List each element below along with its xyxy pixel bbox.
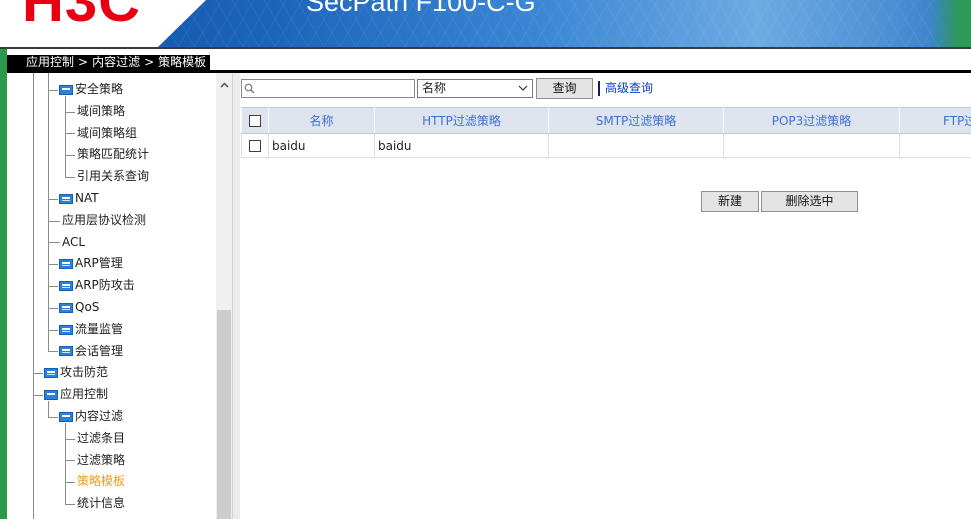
breadcrumb: 应用控制 > 内容过滤 > 策略模板 bbox=[7, 55, 210, 70]
new-button[interactable]: 新建 bbox=[701, 191, 759, 212]
product-title: SecPath F100-C-G bbox=[306, 0, 536, 17]
sidebar-item-label: 过滤策略 bbox=[77, 452, 126, 467]
sidebar-item-label: 策略匹配统计 bbox=[77, 147, 150, 162]
sidebar-item-acl[interactable]: ACL bbox=[7, 232, 216, 254]
chevron-up-icon bbox=[219, 82, 229, 88]
sidebar-item-interzone-policy-group[interactable]: 域间策略组 bbox=[7, 123, 216, 145]
header-divider bbox=[0, 47, 971, 49]
cell-smtp-policy bbox=[548, 133, 724, 158]
search-field[interactable] bbox=[241, 79, 415, 98]
table-header-row: 名称 HTTP过滤策略 SMTP过滤策略 POP3过滤策略 FTP过 bbox=[241, 107, 971, 134]
navigation-tree: 安全策略 域间策略 域间策略组 策略匹配统计 引用关系查询 NAT 应用层协议检… bbox=[7, 79, 216, 515]
sidebar-item-nat[interactable]: NAT bbox=[7, 188, 216, 210]
delete-selected-button[interactable]: 删除选中 bbox=[761, 191, 858, 212]
sidebar-item-label: 域间策略 bbox=[77, 103, 126, 118]
sidebar-item-label: 内容过滤 bbox=[75, 408, 124, 423]
sidebar-item-attack-defense[interactable]: 攻击防范 bbox=[7, 362, 216, 384]
folder-icon bbox=[59, 302, 73, 313]
sidebar-item-qos[interactable]: QoS bbox=[7, 297, 216, 319]
scroll-up-button[interactable] bbox=[216, 77, 232, 93]
folder-icon bbox=[59, 346, 73, 357]
content-panel: 名称 查询 高级查询 名称 HTTP过滤策略 SMTP过滤策略 POP3过滤策略… bbox=[240, 73, 971, 519]
policy-template-table: 名称 HTTP过滤策略 SMTP过滤策略 POP3过滤策略 FTP过 baidu… bbox=[241, 107, 971, 158]
cell-ftp-policy bbox=[899, 133, 971, 158]
breadcrumb-item-policy-template: 策略模板 bbox=[158, 55, 207, 69]
sidebar-item-label: 应用层协议检测 bbox=[62, 212, 147, 227]
row-select-cell bbox=[241, 133, 269, 158]
sidebar-item-label: 流量监管 bbox=[75, 321, 124, 336]
sidebar-item-reference-query[interactable]: 引用关系查询 bbox=[7, 166, 216, 188]
search-icon bbox=[244, 83, 255, 94]
desktop-background-strip bbox=[0, 49, 7, 519]
sidebar-item-traffic-policing[interactable]: 流量监管 bbox=[7, 319, 216, 341]
folder-icon bbox=[59, 281, 73, 292]
sidebar-item-policy-match-stats[interactable]: 策略匹配统计 bbox=[7, 144, 216, 166]
sidebar-item-label: 应用控制 bbox=[60, 387, 109, 402]
row-checkbox[interactable] bbox=[249, 140, 261, 152]
breadcrumb-separator: > bbox=[78, 55, 89, 69]
query-button[interactable]: 查询 bbox=[536, 78, 593, 99]
folder-icon bbox=[59, 193, 73, 204]
folder-open-icon bbox=[59, 84, 73, 95]
column-header-pop3-policy[interactable]: POP3过滤策略 bbox=[723, 107, 900, 134]
column-header-smtp-policy[interactable]: SMTP过滤策略 bbox=[548, 107, 724, 134]
chevron-down-icon bbox=[518, 85, 528, 91]
sidebar-item-interzone-policy[interactable]: 域间策略 bbox=[7, 101, 216, 123]
cell-http-policy: baidu bbox=[374, 133, 549, 158]
sidebar-item-label: 策略模板 bbox=[77, 474, 126, 489]
navigation-tree-panel: 安全策略 域间策略 域间策略组 策略匹配统计 引用关系查询 NAT 应用层协议检… bbox=[7, 73, 232, 519]
breadcrumb-separator: > bbox=[144, 55, 155, 69]
sidebar-item-content-filtering[interactable]: 内容过滤 bbox=[7, 406, 216, 428]
sidebar-item-label: ACL bbox=[62, 234, 86, 249]
advanced-search-divider bbox=[598, 81, 600, 96]
sidebar-item-label: ARP管理 bbox=[75, 256, 123, 271]
search-input[interactable] bbox=[258, 80, 412, 97]
sidebar-item-label: 攻击防范 bbox=[60, 365, 109, 380]
sidebar-item-label: 统计信息 bbox=[77, 496, 126, 511]
sidebar-item-label: NAT bbox=[75, 190, 99, 205]
column-header-http-policy[interactable]: HTTP过滤策略 bbox=[374, 107, 549, 134]
folder-icon bbox=[59, 324, 73, 335]
folder-icon bbox=[59, 259, 73, 270]
sidebar-item-application-control[interactable]: 应用控制 bbox=[7, 384, 216, 406]
sidebar-item-label: 引用关系查询 bbox=[77, 169, 150, 184]
folder-open-icon bbox=[59, 411, 73, 422]
column-header-name[interactable]: 名称 bbox=[268, 107, 375, 134]
sidebar-item-label: 过滤条目 bbox=[77, 430, 126, 445]
desktop-background-corner bbox=[931, 0, 971, 47]
cell-pop3-policy bbox=[723, 133, 900, 158]
table-row[interactable]: baidu baidu bbox=[241, 133, 971, 158]
breadcrumb-item-content-filtering: 内容过滤 bbox=[92, 55, 141, 69]
sidebar-item-label: ARP防攻击 bbox=[75, 278, 135, 293]
sidebar-item-label: 安全策略 bbox=[75, 82, 124, 96]
sidebar-item-security-policy[interactable]: 安全策略 bbox=[7, 79, 216, 101]
search-field-selected-value: 名称 bbox=[422, 81, 447, 95]
h3c-logo: H3C bbox=[22, 0, 142, 34]
sidebar-item-arp-attack-defense[interactable]: ARP防攻击 bbox=[7, 275, 216, 297]
select-all-cell bbox=[241, 107, 269, 134]
cell-name[interactable]: baidu bbox=[268, 133, 375, 158]
sidebar-item-statistics[interactable]: 统计信息 bbox=[7, 493, 216, 515]
folder-open-icon bbox=[44, 390, 58, 401]
folder-icon bbox=[44, 368, 58, 379]
sidebar-item-label: 域间策略组 bbox=[77, 125, 138, 140]
sidebar-scrollbar-thumb[interactable] bbox=[217, 310, 231, 519]
advanced-search-link[interactable]: 高级查询 bbox=[605, 79, 653, 98]
breadcrumb-item-application-control: 应用控制 bbox=[26, 55, 75, 69]
sidebar-item-label: QoS bbox=[75, 299, 100, 314]
column-header-ftp-policy[interactable]: FTP过 bbox=[899, 107, 971, 134]
sidebar-item-arp-management[interactable]: ARP管理 bbox=[7, 253, 216, 275]
sidebar-item-session-management[interactable]: 会话管理 bbox=[7, 341, 216, 363]
sidebar-item-filter-entries[interactable]: 过滤条目 bbox=[7, 428, 216, 450]
search-field-select[interactable]: 名称 bbox=[417, 79, 533, 98]
top-banner: H3C SecPath F100-C-G bbox=[0, 0, 971, 47]
select-all-checkbox[interactable] bbox=[249, 115, 261, 127]
sidebar-item-label: 会话管理 bbox=[75, 343, 124, 358]
sidebar-item-alg-detection[interactable]: 应用层协议检测 bbox=[7, 210, 216, 232]
sidebar-item-filter-policy[interactable]: 过滤策略 bbox=[7, 450, 216, 472]
frame-splitter[interactable] bbox=[232, 73, 240, 519]
sidebar-item-policy-template[interactable]: 策略模板 bbox=[7, 471, 216, 493]
